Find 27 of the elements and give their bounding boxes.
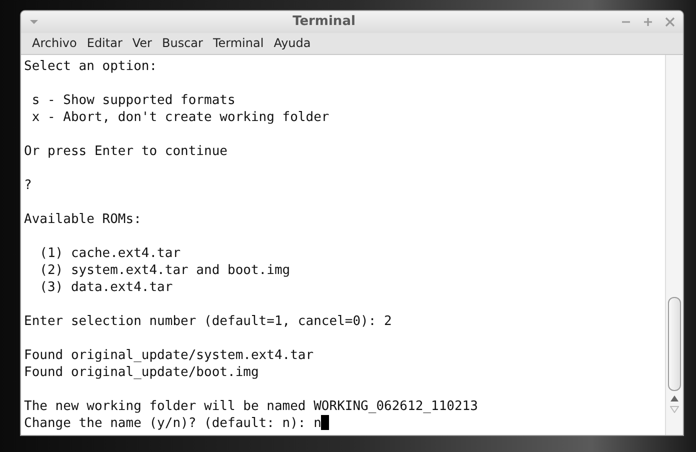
scroll-up-icon[interactable] <box>670 395 679 402</box>
terminal-line: (1) cache.ext4.tar <box>38 245 182 262</box>
terminal-line: The new working folder will be named WORKING_062612_110213 <box>24 398 479 415</box>
terminal-line: Or press Enter to continue <box>24 143 228 160</box>
scrollbar-thumb[interactable] <box>668 297 681 391</box>
terminal-line: Change the name (y/n)? (default: n): n <box>24 415 662 432</box>
terminal-line: Select an option: <box>24 58 158 75</box>
maximize-icon[interactable] <box>643 16 653 27</box>
menu-item[interactable]: Terminal <box>208 36 269 50</box>
terminal-line: ? <box>24 177 33 194</box>
menu-item[interactable]: Ayuda <box>268 36 316 50</box>
menu-item[interactable]: Editar <box>82 36 128 50</box>
terminal-line: Enter selection number (default=1, cancel=0): 2 <box>24 313 393 330</box>
terminal-line: Found original_update/system.ext4.tar <box>24 347 315 364</box>
scrollbar[interactable] <box>665 55 683 435</box>
terminal-line: x - Abort, don't create working folder <box>30 109 330 126</box>
close-icon[interactable] <box>665 16 675 27</box>
terminal-line: Found original_update/boot.img <box>24 364 260 381</box>
terminal-line: (3) data.ext4.tar <box>38 279 174 296</box>
menu-item[interactable]: Buscar <box>156 36 208 50</box>
window-title: Terminal <box>292 14 356 30</box>
terminal-line: s - Show supported formats <box>30 92 236 109</box>
terminal-line: Available ROMs: <box>24 211 142 228</box>
window-menu-icon[interactable] <box>29 18 39 25</box>
menu-item[interactable]: Archivo <box>27 36 82 50</box>
terminal-line: (2) system.ext4.tar and boot.img <box>38 262 292 279</box>
menu-item[interactable]: Ver <box>127 36 157 50</box>
